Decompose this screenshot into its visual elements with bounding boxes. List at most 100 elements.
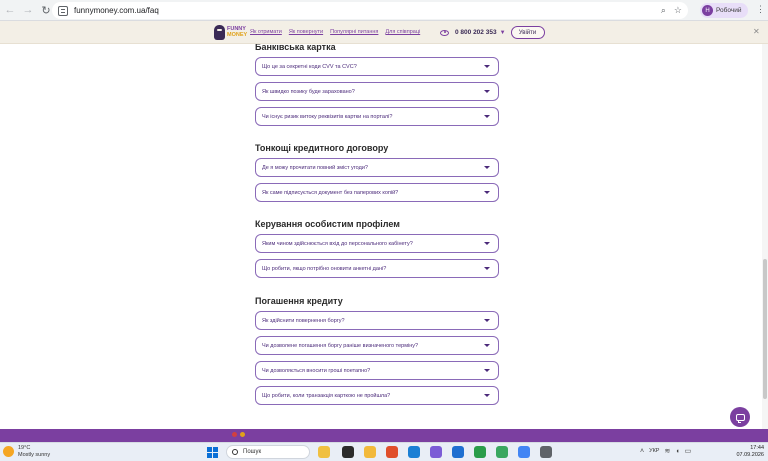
chevron-down-icon <box>484 115 490 118</box>
mastercard-icon <box>232 432 237 437</box>
chevron-up-icon[interactable]: ˄ <box>640 448 644 455</box>
logo-line2: MONEY <box>227 31 248 38</box>
temperature: 19°C <box>18 445 31 451</box>
zoom-icon[interactable]: ⌕ <box>661 5 666 16</box>
logo[interactable]: FUNNY MONEY <box>214 24 248 41</box>
site-footer <box>0 429 768 442</box>
mascot-icon <box>214 25 225 40</box>
time: 17:44 <box>750 445 764 451</box>
battery-icon[interactable]: ▭ <box>685 447 692 455</box>
sun-icon <box>3 446 14 457</box>
search-icon <box>232 449 238 455</box>
faq-item[interactable]: Де я можу прочитати повний зміст угоди? <box>255 158 499 177</box>
chevron-down-icon <box>484 242 490 245</box>
faq-question: Як саме підписується документ без паперо… <box>262 189 399 196</box>
faq-question: Як швидко позику буде зараховано? <box>262 88 355 95</box>
edge-icon[interactable] <box>408 446 420 458</box>
chevron-down-icon[interactable]: ▼ <box>500 30 506 36</box>
login-button[interactable]: Увійти <box>510 26 545 39</box>
url-text[interactable]: funnymoney.com.ua/faq <box>74 6 159 15</box>
nav-link-partnership[interactable]: Для співпраці <box>385 29 420 35</box>
weather-widget[interactable]: 19°C Mostly sunny <box>3 445 50 458</box>
faq-question: Що робити, якщо потрібно оновити анкетні… <box>262 265 387 272</box>
bookmark-star-icon[interactable]: ☆ <box>674 5 682 16</box>
taskbar-search[interactable]: Пошук <box>226 445 310 459</box>
faq-question: Яким чином здійснюється вхід до персонал… <box>262 240 413 247</box>
faq-item[interactable]: Як швидко позику буде зараховано? <box>255 82 499 101</box>
nav-link-how-to-repay[interactable]: Як повернути <box>289 29 323 35</box>
faq-item[interactable]: Що це за секретні коди CVV та CVC? <box>255 57 499 76</box>
chevron-down-icon <box>484 369 490 372</box>
scroll-thumb[interactable] <box>763 259 767 399</box>
chevron-down-icon <box>484 394 490 397</box>
browser-toolbar: ← → ↻ funnymoney.com.ua/faq ⌕ ☆ Н Робочи… <box>0 0 768 21</box>
excel-icon[interactable] <box>474 446 486 458</box>
app-icon[interactable] <box>496 446 508 458</box>
faq-item[interactable]: Чи існує ризик витоку реквізитів картки … <box>255 107 499 126</box>
faq-item[interactable]: Як саме підписується документ без паперо… <box>255 183 499 202</box>
faq-item[interactable]: Що робити, коли транзакція карткою не пр… <box>255 386 499 405</box>
section-title: Погашення кредиту <box>255 296 343 306</box>
app-icon[interactable] <box>518 446 530 458</box>
clock[interactable]: 17:44 07.09.2026 <box>728 445 764 459</box>
faq-question: Що робити, коли транзакція карткою не пр… <box>262 392 391 399</box>
language-indicator[interactable]: УКР <box>649 448 659 454</box>
faq-item[interactable]: Що робити, якщо потрібно оновити анкетні… <box>255 259 499 278</box>
page-scrollbar[interactable] <box>762 44 768 429</box>
chat-button[interactable] <box>730 407 750 427</box>
faq-question: Як здійснити повернення боргу? <box>262 317 345 324</box>
faq-question: Чи існує ризик витоку реквізитів картки … <box>262 113 393 120</box>
nav-link-faq[interactable]: Популярні питання <box>330 29 378 35</box>
chevron-down-icon <box>484 267 490 270</box>
faq-question: Що це за секретні коди CVV та CVC? <box>262 63 357 70</box>
faq-item[interactable]: Чи дозволяється вносити гроші поетапно? <box>255 361 499 380</box>
faq-question: Де я можу прочитати повний зміст угоди? <box>262 164 368 171</box>
system-tray: ˄ УКР ≋ ◖ ▭ <box>640 447 692 456</box>
avatar: Н <box>702 5 713 16</box>
widgets-icon[interactable] <box>318 446 330 458</box>
chevron-down-icon <box>484 65 490 68</box>
eye-icon[interactable] <box>440 29 449 36</box>
chat-icon <box>735 413 745 423</box>
weather-condition: Mostly sunny <box>18 451 51 458</box>
wifi-icon[interactable]: ≋ <box>664 447 670 455</box>
date: 07.09.2026 <box>736 452 764 458</box>
windows-start-icon[interactable] <box>207 447 218 458</box>
chevron-down-icon <box>484 166 490 169</box>
site-info-icon[interactable] <box>58 5 68 16</box>
chevron-down-icon <box>484 90 490 93</box>
faq-item[interactable]: Яким чином здійснюється вхід до персонал… <box>255 234 499 253</box>
section-title: Керування особистим профілем <box>255 219 400 229</box>
faq-item[interactable]: Чи дозволене погашення боргу раніше визн… <box>255 336 499 355</box>
chevron-down-icon <box>484 344 490 347</box>
section-title: Банківська картка <box>255 44 336 52</box>
nav-link-how-to-get[interactable]: Як отримати <box>250 29 282 35</box>
section-title: Тонкощі кредитного договору <box>255 143 389 153</box>
back-arrow-icon[interactable]: ← <box>2 2 18 18</box>
more-menu-icon[interactable]: ⋮ <box>756 4 765 15</box>
chrome-icon[interactable] <box>386 446 398 458</box>
address-bar[interactable]: funnymoney.com.ua/faq ⌕ ☆ <box>52 2 688 19</box>
site-header: FUNNY MONEY Як отримати Як повернути Поп… <box>0 21 768 44</box>
faq-question: Чи дозволяється вносити гроші поетапно? <box>262 367 371 374</box>
faq-question: Чи дозволене погашення боргу раніше визн… <box>262 342 419 349</box>
chevron-down-icon <box>484 319 490 322</box>
settings-icon[interactable] <box>540 446 552 458</box>
outlook-icon[interactable] <box>452 446 464 458</box>
search-label: Пошук <box>243 449 262 455</box>
close-icon[interactable]: ✕ <box>753 27 760 36</box>
mastercard-icon <box>240 432 245 437</box>
phone-number[interactable]: 0 800 202 353 <box>455 29 497 36</box>
forward-arrow-icon[interactable]: → <box>20 2 36 18</box>
taskbar: 19°C Mostly sunny Пошук ˄ УКР ≋ ◖ ▭ 17:4… <box>0 442 768 461</box>
faq-content: Банківська картка Що це за секретні коди… <box>0 44 768 429</box>
teams-icon[interactable] <box>430 446 442 458</box>
faq-item[interactable]: Як здійснити повернення боргу? <box>255 311 499 330</box>
profile-button[interactable]: Н Робочий <box>700 3 748 18</box>
profile-name: Робочий <box>716 7 742 14</box>
file-explorer-icon[interactable] <box>364 446 376 458</box>
volume-icon[interactable]: ◖ <box>675 448 679 455</box>
chevron-down-icon <box>484 191 490 194</box>
payment-logos <box>232 432 245 437</box>
task-view-icon[interactable] <box>342 446 354 458</box>
